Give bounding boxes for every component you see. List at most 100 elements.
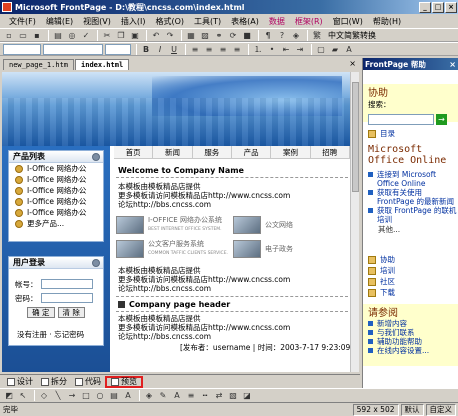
menu-file[interactable]: 文件(F) [4, 16, 41, 27]
menu-frames[interactable]: 框架(R) [290, 16, 328, 27]
shadow-icon[interactable]: ▧ [227, 390, 239, 401]
see-also-link[interactable]: 在线内容设置... [363, 346, 458, 355]
download-link[interactable]: 下载 [363, 287, 458, 298]
3d-icon[interactable]: ◪ [241, 390, 253, 401]
chinese-conversion-label[interactable]: 中文简繁转换 [325, 30, 379, 41]
menu-help[interactable]: 帮助(H) [368, 16, 406, 27]
menu-format[interactable]: 格式(O) [150, 16, 189, 27]
wordart-icon[interactable]: A [122, 390, 134, 401]
menu-insert[interactable]: 插入(I) [116, 16, 151, 27]
nav-news[interactable]: 新闻 [153, 146, 193, 158]
menu-edit[interactable]: 编辑(E) [41, 16, 78, 27]
community-link[interactable]: 社区 [363, 276, 458, 287]
picture-icon[interactable]: ▨ [199, 30, 211, 41]
product-item[interactable]: I-Office 网络办公 [9, 163, 103, 174]
line-style-icon[interactable]: ≡ [185, 390, 197, 401]
underline-icon[interactable]: U [168, 44, 180, 55]
font-combo[interactable] [43, 43, 103, 55]
stop-icon[interactable]: ■ [241, 30, 253, 41]
nav-products[interactable]: 产品 [232, 146, 272, 158]
thumb-item[interactable]: 公文客户服务系统 COMMON TAFFIC CLIENTS SERVICE. [116, 238, 233, 260]
close-document-icon[interactable]: × [349, 59, 356, 68]
online-link[interactable]: 连接到 Microsoft Office Online [363, 170, 458, 188]
fill-color-icon[interactable]: ◈ [143, 390, 155, 401]
cut-icon[interactable]: ✂ [101, 30, 113, 41]
preview-icon[interactable]: ◎ [66, 30, 78, 41]
page-canvas[interactable]: 产品列表 I-Office 网络办公 I-Office 网络办公 I-Offic… [2, 72, 350, 372]
numbered-list-icon[interactable]: ⒈ [252, 44, 264, 55]
tab-new-page[interactable]: new_page_1.htm [3, 59, 75, 70]
product-item[interactable]: I-Office 网络办公 [9, 196, 103, 207]
training-link[interactable]: 培训 [363, 265, 458, 276]
code-view-icon[interactable]: ◈ [290, 30, 302, 41]
vertical-scrollbar[interactable] [350, 72, 359, 372]
outdent-icon[interactable]: ⇤ [280, 44, 292, 55]
copy-icon[interactable]: ❐ [115, 30, 127, 41]
menu-window[interactable]: 窗口(W) [328, 16, 368, 27]
online-link[interactable]: 获取有关使用 FrontPage 的最新新闻 [363, 188, 458, 206]
login-ok-button[interactable]: 确 定 [27, 307, 55, 318]
undo-icon[interactable]: ↶ [150, 30, 162, 41]
thumb-item[interactable]: 公文网络 [233, 214, 350, 236]
save-icon[interactable]: ▪ [31, 30, 43, 41]
bold-icon[interactable]: B [140, 44, 152, 55]
draw-menu-icon[interactable]: ◩ [3, 390, 15, 401]
arrow-style-icon[interactable]: ⇄ [213, 390, 225, 401]
hyperlink-icon[interactable]: ⚭ [213, 30, 225, 41]
page-size-indicator[interactable]: 592 x 502 [352, 403, 399, 416]
paste-icon[interactable]: ▣ [129, 30, 141, 41]
see-also-link[interactable]: 新增内容 [363, 319, 458, 328]
maximize-button[interactable]: □ [432, 1, 444, 13]
new-page-icon[interactable]: ▫ [3, 30, 15, 41]
minimize-button[interactable]: _ [419, 1, 431, 13]
close-pane-icon[interactable]: × [449, 60, 456, 69]
menu-data[interactable]: 数据 [264, 16, 290, 27]
align-left-icon[interactable]: ≡ [189, 44, 201, 55]
product-item[interactable]: I-Office 网络办公 [9, 174, 103, 185]
bullet-list-icon[interactable]: • [266, 44, 278, 55]
style-combo[interactable] [3, 43, 41, 55]
nav-services[interactable]: 服务 [193, 146, 232, 158]
rectangle-icon[interactable]: □ [80, 390, 92, 401]
online-link[interactable]: 获取 FrontPage 的联机培训 [363, 206, 458, 224]
oval-icon[interactable]: ○ [94, 390, 106, 401]
textbox-icon[interactable]: ▤ [108, 390, 120, 401]
product-item[interactable]: I-Office 网络办公 [9, 185, 103, 196]
redo-icon[interactable]: ↷ [164, 30, 176, 41]
indent-icon[interactable]: ⇥ [294, 44, 306, 55]
code-view-button[interactable]: 代码 [71, 376, 105, 388]
font-color-icon[interactable]: A [171, 390, 183, 401]
align-right-icon[interactable]: ≡ [217, 44, 229, 55]
close-button[interactable]: × [445, 1, 457, 13]
nav-cases[interactable]: 案例 [271, 146, 311, 158]
username-input[interactable] [40, 279, 93, 289]
preview-view-button[interactable]: 预览 [105, 375, 143, 388]
justify-icon[interactable]: ≡ [231, 44, 243, 55]
scroll-thumb[interactable] [352, 82, 359, 192]
nav-jobs[interactable]: 招聘 [311, 146, 350, 158]
arrow-icon[interactable]: → [66, 390, 78, 401]
highlight-icon[interactable]: ▰ [329, 44, 341, 55]
dash-style-icon[interactable]: ┅ [199, 390, 211, 401]
line-icon[interactable]: ╲ [52, 390, 64, 401]
password-input[interactable] [40, 293, 93, 303]
autoshapes-icon[interactable]: ◇ [38, 390, 50, 401]
thumb-item[interactable]: 电子政务 [233, 238, 350, 260]
print-icon[interactable]: ▤ [52, 30, 64, 41]
thumb-item[interactable]: I-OFFICE 网络办公系统 BEST INTERNET OFFICE SYST… [116, 214, 233, 236]
help-search-input[interactable] [368, 114, 434, 125]
split-view-button[interactable]: 拆分 [37, 376, 71, 388]
see-also-link[interactable]: 辅助功能帮助 [363, 337, 458, 346]
align-center-icon[interactable]: ≡ [203, 44, 215, 55]
select-icon[interactable]: ↖ [17, 390, 29, 401]
help-icon[interactable]: ? [276, 30, 288, 41]
toc-link[interactable]: 目录 [363, 128, 458, 139]
product-item[interactable]: I-Office 网络办公 [9, 207, 103, 218]
assistance-link[interactable]: 协助 [363, 254, 458, 265]
register-links[interactable]: 没有注册 · 忘记密码 [9, 328, 103, 342]
other-link[interactable]: 其他... [363, 224, 458, 235]
menu-tools[interactable]: 工具(T) [189, 16, 226, 27]
refresh-icon[interactable]: ⟳ [227, 30, 239, 41]
login-reset-button[interactable]: 清 除 [57, 307, 85, 318]
show-all-icon[interactable]: ¶ [262, 30, 274, 41]
